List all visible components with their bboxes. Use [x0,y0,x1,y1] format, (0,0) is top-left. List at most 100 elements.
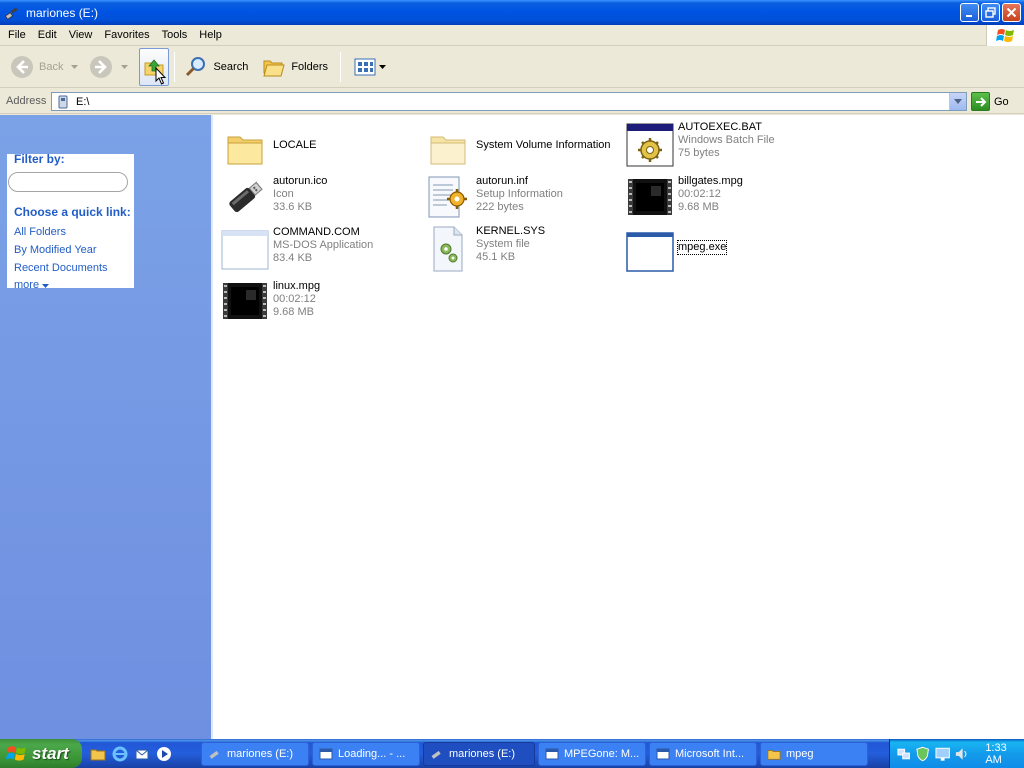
task-pane: Filter by: Choose a quick link: All Fold… [0,115,211,739]
file-item[interactable]: AUTOEXEC.BAT Windows Batch File 75 bytes [626,121,826,169]
quick-links-title: Choose a quick link: [14,205,131,219]
forward-arrow-icon [90,55,113,78]
folder-icon [424,125,472,173]
back-button[interactable]: Back [6,49,67,85]
drive-icon [58,95,68,108]
file-item[interactable]: autorun.ico Icon 33.6 KB [221,173,421,221]
menu-edit[interactable]: Edit [32,29,63,41]
file-name: LOCALE [273,139,317,151]
window-title: mariones (E:) [26,5,99,20]
folder-icon [221,125,269,173]
window-icon [545,748,559,759]
taskbar: start mariones (E:) Loading... - ... mar… [0,739,1024,768]
folder-icon[interactable] [90,746,106,762]
quick-link-modified-year[interactable]: By Modified Year [14,243,108,261]
search-label: Search [213,60,249,73]
video-file-icon [626,173,674,221]
toolbar-separator [340,51,342,82]
quick-link-recent-documents[interactable]: Recent Documents [14,261,108,279]
minimize-button[interactable] [960,3,979,22]
window-icon [319,748,333,759]
start-button[interactable]: start [0,739,82,768]
folders-icon [263,60,285,76]
address-input[interactable]: E:\ [51,92,967,111]
monitor-icon[interactable] [935,746,950,762]
toolbar-separator [174,51,176,82]
go-button[interactable]: Go [971,92,1009,111]
close-icon [1006,7,1017,18]
taskbar-task-active[interactable]: mariones (E:) [423,741,535,766]
taskbar-task[interactable]: mpeg [760,741,868,766]
file-size: 83.4 KB [273,252,313,264]
setup-info-icon [424,173,472,221]
media-player-icon[interactable] [156,746,172,762]
task-label: mariones (E:) [227,747,294,760]
chevron-down-icon [954,99,962,104]
menu-file[interactable]: File [0,29,32,41]
file-name: billgates.mpg [678,175,743,187]
restore-button[interactable] [981,3,1000,22]
file-name[interactable]: mpeg.exe [676,240,728,255]
chevron-down-icon [379,64,387,69]
views-icon [354,58,376,75]
more-label: more [14,279,40,291]
menu-tools[interactable]: Tools [156,29,194,41]
file-item[interactable]: System Volume Information [424,125,624,173]
network-icon[interactable] [896,746,911,762]
up-folder-button[interactable] [139,47,170,86]
volume-icon[interactable] [954,746,969,762]
taskbar-task[interactable]: mariones (E:) [201,741,309,766]
outlook-express-icon[interactable] [134,746,150,762]
menu-help[interactable]: Help [193,29,228,41]
file-size: 33.6 KB [273,201,313,213]
quick-link-all-folders[interactable]: All Folders [14,225,108,243]
folders-button[interactable]: Folders [258,49,332,85]
file-item[interactable]: COMMAND.COM MS-DOS Application 83.4 KB [221,226,421,274]
go-arrow-icon [975,96,986,107]
back-label: Back [39,60,64,73]
system-file-icon [424,225,472,273]
batch-file-icon [626,121,674,169]
menu-view[interactable]: View [63,29,99,41]
file-name: AUTOEXEC.BAT [678,121,762,133]
search-button[interactable]: Search [180,49,252,85]
file-type: MS-DOS Application [273,239,374,251]
file-item[interactable]: mpeg.exe [626,228,826,276]
taskbar-task[interactable]: MPEGone: M... [538,741,646,766]
taskbar-task[interactable]: Loading... - ... [312,741,420,766]
close-button[interactable] [1002,3,1021,22]
more-link[interactable]: more [14,279,108,291]
task-label: Microsoft Int... [675,747,745,760]
file-item[interactable]: KERNEL.SYS System file 45.1 KB [424,225,624,273]
file-item[interactable]: billgates.mpg 00:02:12 9.68 MB [626,173,826,221]
file-name: COMMAND.COM [273,226,360,238]
title-bar[interactable]: mariones (E:) [0,0,1024,25]
drive-pen-icon [209,750,219,759]
menu-favorites[interactable]: Favorites [98,29,155,41]
file-item[interactable]: LOCALE [221,125,421,173]
back-arrow-icon [11,55,33,78]
file-duration: 00:02:12 [678,188,721,200]
back-dropdown[interactable] [67,49,81,85]
file-item[interactable]: autorun.inf Setup Information 222 bytes [424,173,624,221]
filter-input[interactable] [8,172,128,192]
go-label: Go [994,95,1009,108]
folder-icon [767,749,781,760]
video-file-icon [221,277,269,325]
shield-icon[interactable] [915,746,930,762]
internet-explorer-icon[interactable] [112,746,128,762]
forward-dropdown[interactable] [117,49,131,85]
file-list: LOCALE System Volume Information AUTOEXE… [211,115,1024,739]
file-item[interactable]: linux.mpg 00:02:12 9.68 MB [221,277,421,325]
views-button[interactable] [350,49,390,85]
file-name: KERNEL.SYS [476,225,546,237]
taskbar-task[interactable]: Microsoft Int... [649,741,757,766]
application-icon [626,228,674,276]
start-label: start [32,743,69,763]
address-dropdown[interactable] [949,93,966,110]
file-name: autorun.inf [476,175,528,187]
forward-button[interactable] [85,49,117,85]
chevron-down-icon [70,64,78,69]
clock[interactable]: 1:33 AM [985,742,1024,766]
file-size: 75 bytes [678,147,720,159]
